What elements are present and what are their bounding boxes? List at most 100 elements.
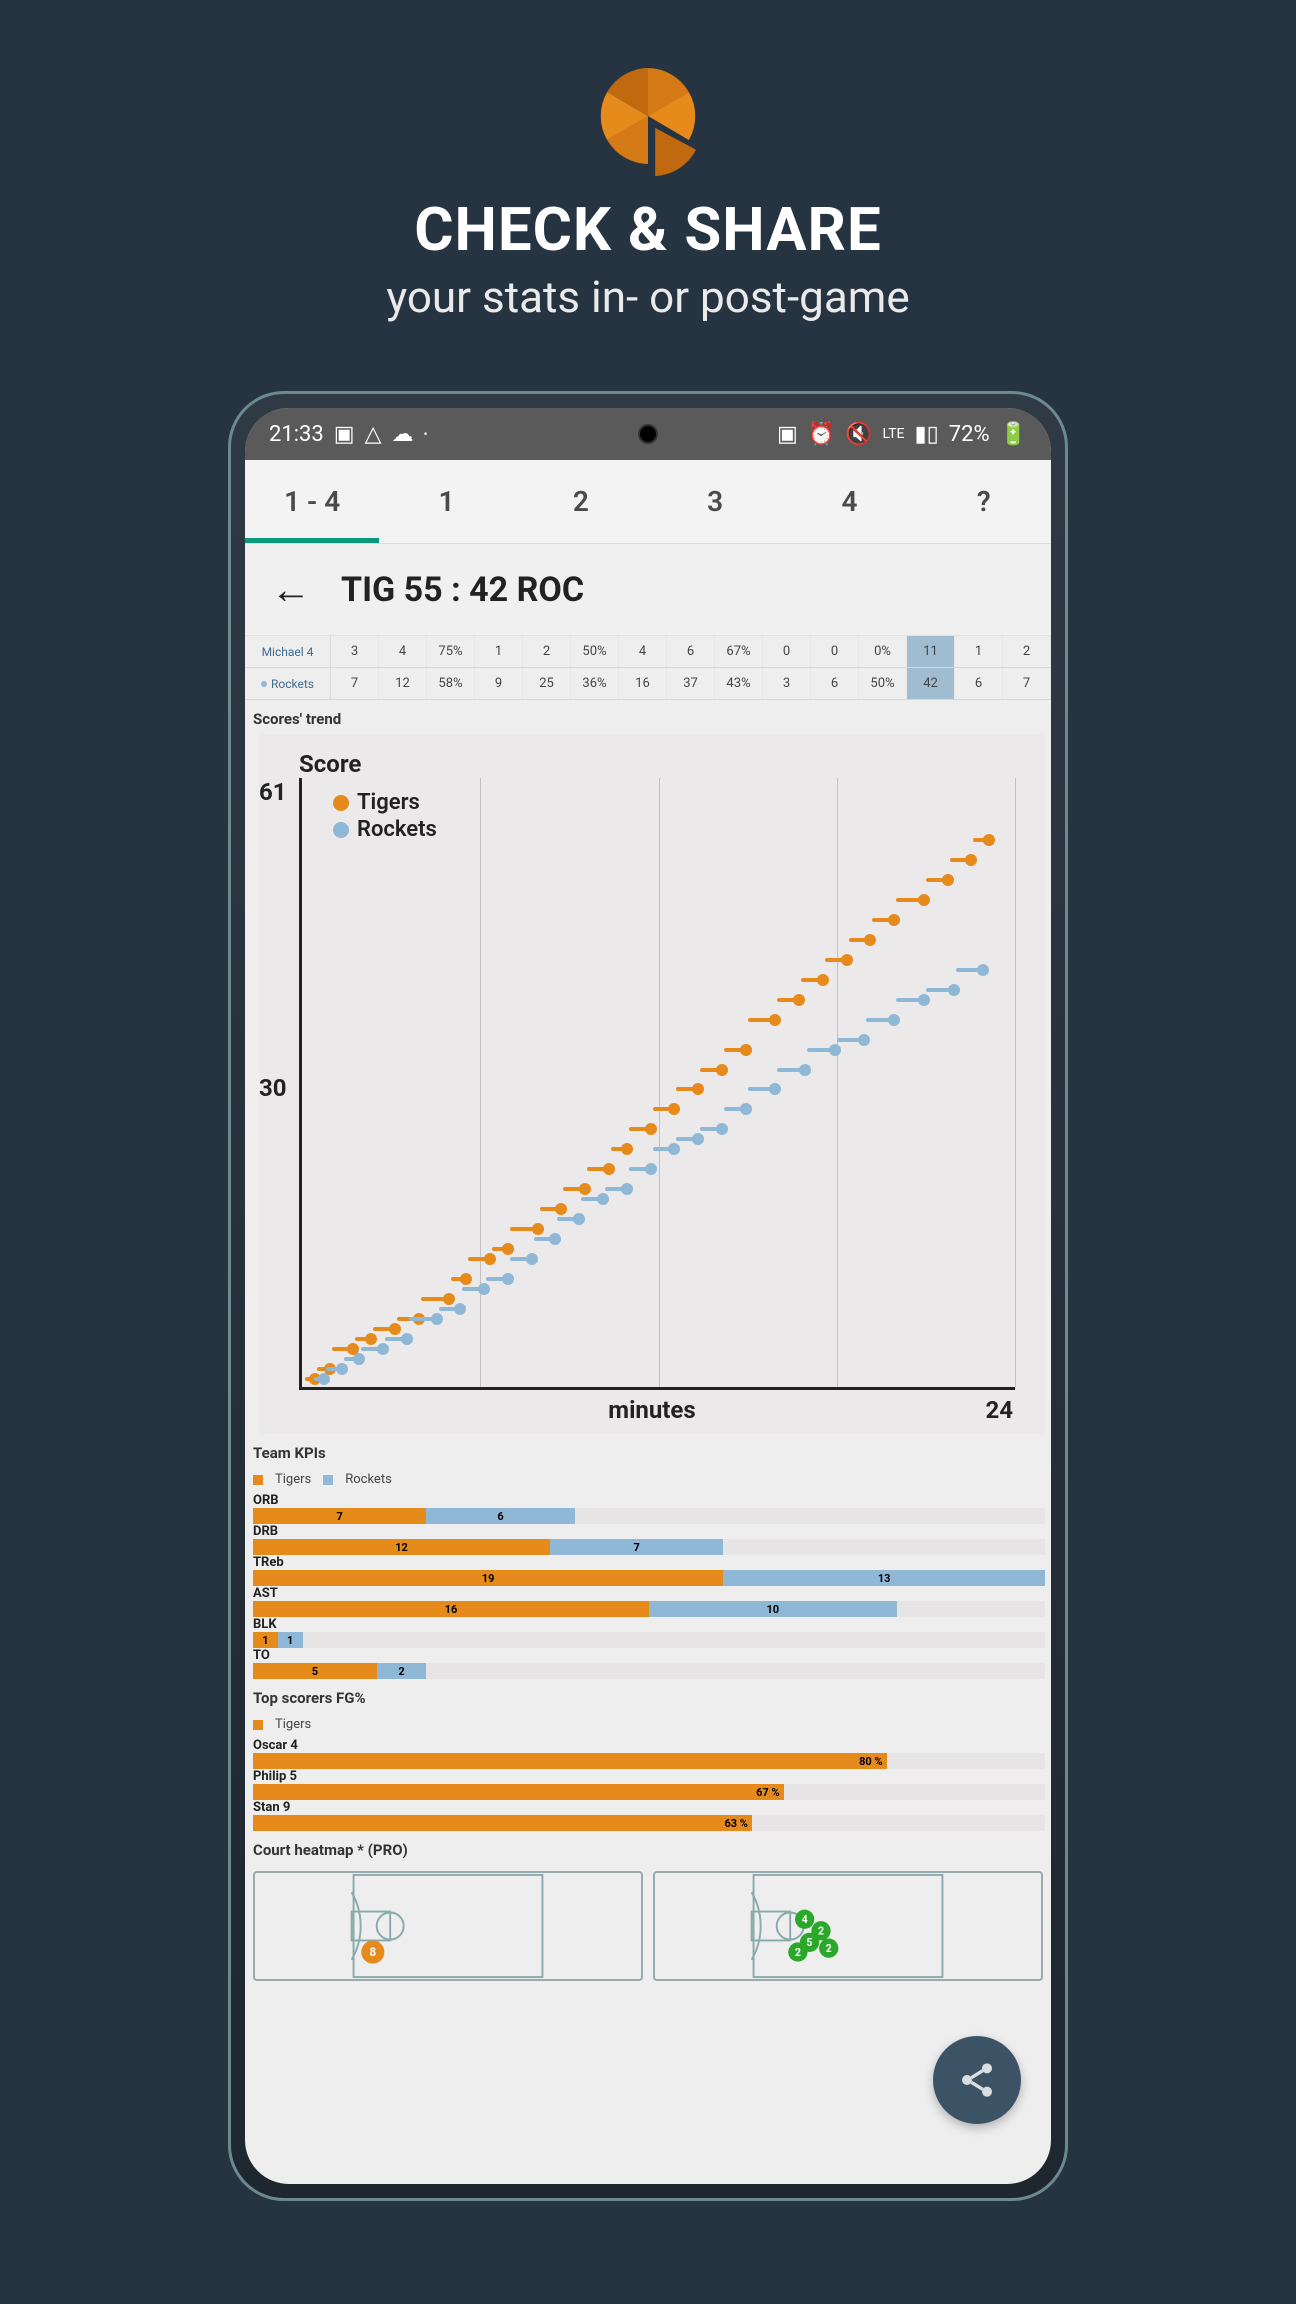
stat-cell: 67% [715,636,763,667]
battery-icon: 🔋 [1000,422,1027,447]
topscorer-bar: 80 % [253,1753,1045,1769]
kpi-value-tigers: 7 [253,1508,426,1524]
chart-segment [344,1357,362,1361]
kpi-bar: 76 [253,1508,1045,1524]
kpi-bar: 127 [253,1539,1045,1555]
chart-y-title: Score [299,750,361,778]
stat-cell: 2 [1003,636,1051,667]
stat-cell: 16 [619,668,667,699]
chart-segment [563,1187,587,1191]
hero-title: CHECK & SHARE [414,194,881,265]
kpi-row: ORB76 [253,1493,1045,1524]
stat-cell: 25 [523,668,571,699]
share-button[interactable] [933,2036,1021,2124]
tab-4[interactable]: 4 [782,460,916,543]
tab-3[interactable]: 3 [648,460,782,543]
chart-y-mid: 30 [259,1074,287,1102]
tab-?[interactable]: ? [917,460,1051,543]
stat-cell: 58% [427,668,475,699]
tab-1-4[interactable]: 1 - 4 [245,460,379,543]
topscorer-name: Stan 9 [253,1800,1045,1815]
stat-cell: 50% [859,668,907,699]
chart-segment [926,878,950,882]
kpi-row: BLK11 [253,1617,1045,1648]
table-row[interactable]: Michael 43475%1250%4667%000%1112 [245,636,1051,668]
stat-cell: 11 [907,636,955,667]
chart-segment [896,998,926,1002]
stat-cell: 0 [811,636,859,667]
battery-text: 72% [949,422,990,447]
chart-segment [724,1107,748,1111]
section-label-top: Top scorers FG% [245,1679,1051,1713]
court-heatmap-left[interactable]: 8 [253,1871,643,1981]
chart-segment [724,1048,748,1052]
chart-segment [605,1187,629,1191]
chart-segment [355,1337,373,1341]
topscorer-legend: Tigers [245,1713,1051,1738]
svg-text:2: 2 [826,1942,832,1955]
kpi-row: DRB127 [253,1524,1045,1555]
kpi-value-rockets: 6 [426,1508,575,1524]
chart-segment [587,1167,611,1171]
table-row[interactable]: Rockets71258%92536%163743%3650%4267 [245,668,1051,700]
topscorer-swatch [253,1720,263,1730]
court-heatmap-right[interactable]: 4 2 5 2 2 [653,1871,1043,1981]
chart-segment [439,1307,463,1311]
front-camera-dot [638,424,658,444]
chart-segment [557,1217,581,1221]
stat-cell: 50% [571,636,619,667]
kpi-value-rockets: 2 [377,1663,427,1679]
stat-cell: 42 [907,668,955,699]
chart-x-max: 24 [985,1396,1013,1424]
back-button[interactable]: ← [271,566,311,613]
topscorer-name: Oscar 4 [253,1738,1045,1753]
chart-segment [534,1237,558,1241]
hero-subtitle: your stats in- or post-game [386,271,909,323]
chart-segment [421,1297,451,1301]
kpi-swatch-rockets [323,1475,333,1485]
svg-text:4: 4 [802,1913,808,1926]
tab-2[interactable]: 2 [514,460,648,543]
chart-segment [409,1317,439,1321]
chart-x-label: minutes [608,1396,695,1424]
chart-segment [629,1167,653,1171]
section-label-kpi: Team KPIs [245,1434,1051,1468]
kpi-bar: 1610 [253,1601,1045,1617]
kpi-legend-rockets: Rockets [345,1472,392,1487]
stat-cell: 43% [715,668,763,699]
top-scorers-container: Oscar 480 %Philip 567 %Stan 963 % [245,1738,1051,1831]
chart-segment [653,1107,677,1111]
kpi-bar: 52 [253,1663,1045,1679]
score-header: TIG 55 : 42 ROC [341,570,584,610]
chart-segment [676,1137,700,1141]
period-tabs: 1 - 41234? [245,460,1051,544]
status-time: 21:33 [269,422,324,447]
chart-segment [629,1127,653,1131]
stat-cell: 1 [475,636,523,667]
chart-segment [926,988,956,992]
chart-segment [777,998,801,1002]
kpi-swatch-tigers [253,1475,263,1485]
topscorer-legend-label: Tigers [275,1717,311,1732]
row-label: Michael 4 [245,636,331,667]
chart-plot-area [299,778,1015,1390]
stat-cell: 3 [763,668,811,699]
power-saver-icon: ▣ [777,422,798,447]
signal-icon: ▮▯ [915,422,939,447]
stat-cell: 0% [859,636,907,667]
stat-cell: 3 [331,636,379,667]
kpi-metric-label: AST [253,1586,1045,1601]
stat-cell: 12 [379,668,427,699]
kpi-metric-label: BLK [253,1617,1045,1632]
phone-frame: 21:33 ▣ △ ☁ • ▣ ⏰ 🔇 LTE ▮▯ 72% 🔋 1 - 412… [228,391,1068,2201]
stat-cell: 6 [667,636,715,667]
tab-1[interactable]: 1 [379,460,513,543]
chart-segment [748,1018,778,1022]
chart-segment [314,1377,326,1381]
court-row: 8 4 2 5 2 2 [245,1865,1051,1981]
kpi-value-tigers: 12 [253,1539,550,1555]
chart-segment [950,858,974,862]
row-label: Rockets [245,668,331,699]
kpi-value-rockets: 13 [723,1570,1045,1586]
chart-segment [332,1347,356,1351]
